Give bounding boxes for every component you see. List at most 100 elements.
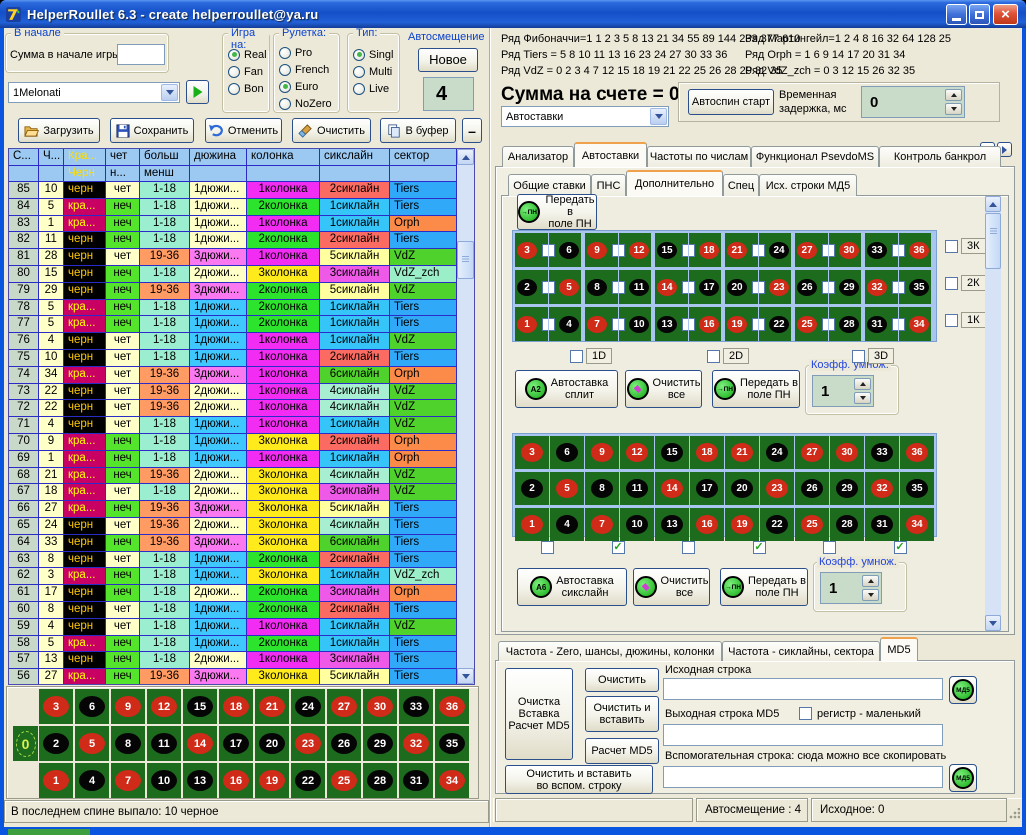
split-block-2-5[interactable]: 25 [515, 270, 581, 304]
board-cell-17[interactable]: 17 [219, 726, 253, 761]
radio-option-Real[interactable]: Real [228, 46, 267, 63]
board-cell-23[interactable]: 23 [291, 726, 325, 761]
sub-scrollbar-thumb[interactable] [985, 213, 1001, 269]
table-row[interactable]: 6524чернчет19-362дюжи...3колонка4сиклайн… [9, 518, 457, 535]
table-row[interactable]: 594чернчет1-181дюжи...1колонка1сиклайнVd… [9, 619, 457, 636]
table-row[interactable]: 775кра...неч1-181дюжи...2колонка1сиклайн… [9, 316, 457, 333]
grid-cell-22[interactable]: 22 [760, 508, 794, 541]
table-row[interactable]: 7510чернчет1-181дюжи...1колонка2сиклайнT… [9, 350, 457, 367]
board-cell-29[interactable]: 29 [363, 726, 397, 761]
grid-cell-15[interactable]: 15 [655, 436, 689, 469]
coef1-up-icon[interactable] [854, 378, 871, 390]
close-button[interactable]: × [993, 4, 1018, 25]
board-cell-28[interactable]: 28 [363, 763, 397, 798]
column-checkbox[interactable] [945, 240, 958, 253]
board-cell-22[interactable]: 22 [291, 763, 325, 798]
preset-combobox[interactable]: 1Melonati [8, 82, 180, 103]
undo-button[interactable]: Отменить [205, 118, 282, 143]
column-check-2К[interactable]: 2К [945, 275, 986, 291]
board-cell-33[interactable]: 33 [399, 689, 433, 724]
clear-button[interactable]: Очистить [292, 118, 371, 143]
sixline-checkbox-3[interactable] [682, 541, 695, 554]
board-cell-4[interactable]: 4 [75, 763, 109, 798]
column-check-3К[interactable]: 3К [945, 238, 986, 254]
split-checkbox[interactable] [542, 281, 555, 294]
autobets-dropdown-icon[interactable] [650, 108, 667, 125]
delay-spinner[interactable]: 0 [861, 86, 965, 118]
radio-option-Euro[interactable]: Euro [279, 78, 332, 95]
table-row[interactable]: 7322чернчет19-362дюжи...1колонка4сиклайн… [9, 384, 457, 401]
board-cell-31[interactable]: 31 [399, 763, 433, 798]
grid-cell-13[interactable]: 13 [655, 508, 689, 541]
grid-cell-3[interactable]: 3 [515, 436, 549, 469]
radio-option-NoZero[interactable]: NoZero [279, 95, 332, 112]
dozen-check-1D[interactable]: 1D [570, 348, 612, 364]
grid-cell-21[interactable]: 21 [725, 436, 759, 469]
split-block-3-6[interactable]: 36 [515, 233, 581, 267]
resize-grip[interactable] [1008, 808, 1020, 820]
split-checkbox[interactable] [752, 244, 765, 257]
board-cell-1[interactable]: 1 [39, 763, 73, 798]
tab-bottom-1[interactable]: Частота - Zero, шансы, дюжины, колонки [498, 641, 722, 661]
grid-cell-8[interactable]: 8 [585, 472, 619, 505]
md5-out-input[interactable] [663, 724, 943, 746]
table-row[interactable]: 638чернчет1-181дюжи...2колонка2сиклайнTi… [9, 552, 457, 569]
grid-cell-10[interactable]: 10 [620, 508, 654, 541]
table-row[interactable]: 709кра...неч1-181дюжи...3колонка2сиклайн… [9, 434, 457, 451]
sixline-checkbox-4[interactable]: ✓ [753, 541, 766, 554]
grid-cell-31[interactable]: 31 [865, 508, 899, 541]
history-scrollbar-thumb[interactable] [457, 241, 474, 279]
split-block-33-36[interactable]: 3336 [865, 233, 931, 267]
transfer-pn-sixline-button[interactable]: →ПН Передать в поле ПН [720, 568, 808, 606]
grid-cell-20[interactable]: 20 [725, 472, 759, 505]
transfer-pn-top-button[interactable]: →ПН Передать в поле ПН [517, 194, 597, 230]
split-checkbox[interactable] [682, 281, 695, 294]
board-cell-11[interactable]: 11 [147, 726, 181, 761]
grid-cell-24[interactable]: 24 [760, 436, 794, 469]
grid-cell-5[interactable]: 5 [550, 472, 584, 505]
scroll-down-icon[interactable] [457, 668, 474, 684]
split-block-25-28[interactable]: 2528 [795, 307, 861, 341]
table-row[interactable]: 691кра...неч1-181дюжи...1колонка1сиклайн… [9, 451, 457, 468]
autospin-start-button[interactable]: Автоспин старт [688, 89, 774, 115]
md5-run-button-2[interactable]: МД5 [949, 764, 977, 792]
split-block-19-22[interactable]: 1922 [725, 307, 791, 341]
tab-sub-5[interactable]: Исх. строки МД5 [759, 174, 857, 196]
scroll-up-icon[interactable] [457, 149, 474, 165]
split-checkbox[interactable] [822, 281, 835, 294]
table-row[interactable]: 5627кра...неч19-363дюжи...3колонка5сикла… [9, 669, 457, 684]
board-cell-34[interactable]: 34 [435, 763, 469, 798]
table-row[interactable]: 6117черннеч1-182дюжи...2колонка3сиклайнO… [9, 585, 457, 602]
grid-cell-4[interactable]: 4 [550, 508, 584, 541]
md5-clear-button[interactable]: Очистить [585, 668, 659, 692]
board-cell-13[interactable]: 13 [183, 763, 217, 798]
split-block-21-24[interactable]: 2124 [725, 233, 791, 267]
split-checkbox[interactable] [752, 318, 765, 331]
split-checkbox[interactable] [682, 244, 695, 257]
delay-up-icon[interactable] [945, 89, 962, 101]
history-scrollbar[interactable] [457, 149, 474, 684]
grid-cell-26[interactable]: 26 [795, 472, 829, 505]
board-cell-6[interactable]: 6 [75, 689, 109, 724]
register-checkbox[interactable] [799, 707, 812, 720]
table-row[interactable]: 785кра...неч1-181дюжи...2колонка1сиклайн… [9, 300, 457, 317]
new-autoshift-button[interactable]: Новое [418, 48, 478, 72]
coef-spinner-2[interactable]: 1 [820, 572, 882, 604]
board-cell-24[interactable]: 24 [291, 689, 325, 724]
table-row[interactable]: 8510чернчет1-181дюжи...1колонка2сиклайнT… [9, 182, 457, 199]
board-cell-32[interactable]: 32 [399, 726, 433, 761]
sub-scroll-up-icon[interactable] [985, 196, 1001, 212]
split-checkbox[interactable] [892, 244, 905, 257]
table-row[interactable]: 7434кра...чет19-363дюжи...1колонка6сикла… [9, 367, 457, 384]
md5-calc-button[interactable]: Расчет MD5 [585, 738, 659, 764]
tab-sub-2[interactable]: ПНС [591, 174, 626, 196]
radio-option-French[interactable]: French [279, 61, 332, 78]
split-block-1-4[interactable]: 14 [515, 307, 581, 341]
board-cell-16[interactable]: 16 [219, 763, 253, 798]
combo-dropdown-icon[interactable] [161, 84, 178, 101]
grid-cell-32[interactable]: 32 [865, 472, 899, 505]
radio-option-Multi[interactable]: Multi [353, 63, 393, 80]
board-cell-20[interactable]: 20 [255, 726, 289, 761]
split-block-14-17[interactable]: 1417 [655, 270, 721, 304]
tab-bottom-3[interactable]: MD5 [880, 637, 918, 661]
